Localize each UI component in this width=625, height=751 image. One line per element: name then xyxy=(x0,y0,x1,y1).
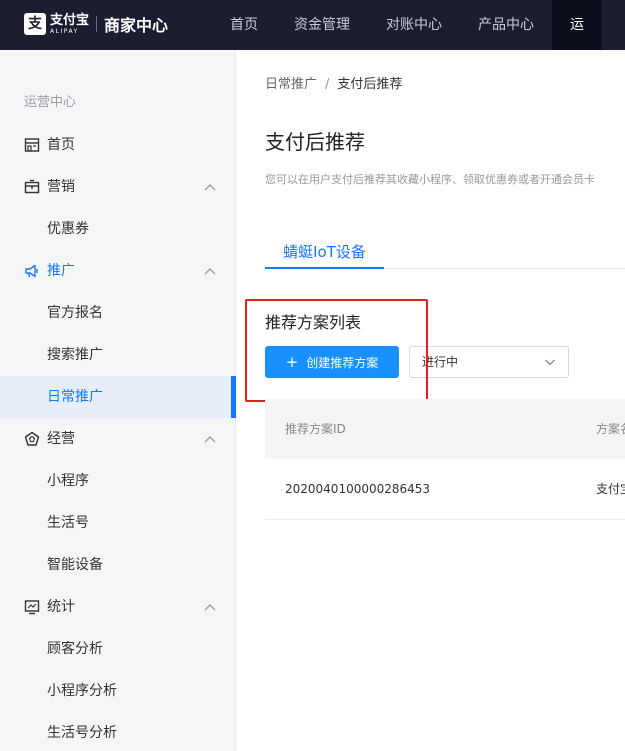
column-header-plan-name: 方案名 xyxy=(596,422,625,436)
sidebar-item-label: 顾客分析 xyxy=(47,641,103,657)
sidebar-item-life-account[interactable]: 生活号 xyxy=(0,502,236,544)
sidebar-item-label: 统计 xyxy=(47,599,75,615)
nav-item-reconciliation[interactable]: 对账中心 xyxy=(368,0,460,50)
tab-active-indicator xyxy=(265,267,384,269)
sidebar-item-search-promotion[interactable]: 搜索推广 xyxy=(0,334,236,376)
breadcrumb: 日常推广 / 支付后推荐 xyxy=(265,73,402,92)
tab-iot-device[interactable]: 蜻蜓IoT设备 xyxy=(265,241,384,269)
sidebar-item-label: 搜索推广 xyxy=(47,347,103,363)
nav-item-products[interactable]: 产品中心 xyxy=(460,0,552,50)
breadcrumb-current: 支付后推荐 xyxy=(337,77,403,92)
sidebar-item-label: 官方报名 xyxy=(47,305,103,321)
chevron-down-icon xyxy=(545,359,555,366)
sidebar-item-customer-analysis[interactable]: 顾客分析 xyxy=(0,628,236,670)
sidebar-item-label: 小程序 xyxy=(47,473,89,489)
logo-wordmark: 支付宝 ALIPAY xyxy=(50,14,89,35)
store-icon xyxy=(24,138,40,152)
chevron-up-icon[interactable] xyxy=(203,433,217,445)
breadcrumb-separator: / xyxy=(325,77,330,92)
sidebar-item-marketing[interactable]: 营销 xyxy=(0,166,236,208)
sidebar-item-statistics[interactable]: 统计 xyxy=(0,586,236,628)
sidebar-item-life-account-analysis[interactable]: 生活号分析 xyxy=(0,712,236,751)
sidebar-item-official-signup[interactable]: 官方报名 xyxy=(0,292,236,334)
sidebar-item-label: 小程序分析 xyxy=(47,683,117,699)
chevron-up-icon[interactable] xyxy=(203,181,217,193)
column-header-plan-id: 推荐方案ID xyxy=(285,422,346,436)
sidebar-item-label: 首页 xyxy=(47,137,75,153)
sidebar-item-home[interactable]: 首页 xyxy=(0,124,236,166)
sidebar-item-label: 经营 xyxy=(47,431,75,447)
alipay-logo[interactable]: 支 支付宝 ALIPAY 商家中心 xyxy=(24,11,168,37)
highlight-annotation-box xyxy=(245,299,428,402)
logo-en-text: ALIPAY xyxy=(50,27,79,35)
chevron-up-icon[interactable] xyxy=(203,601,217,613)
chart-icon xyxy=(24,600,40,615)
logo-divider xyxy=(96,16,98,32)
sidebar-item-mini-program-analysis[interactable]: 小程序分析 xyxy=(0,670,236,712)
sidebar-section-title: 运营中心 xyxy=(24,95,77,110)
table-row[interactable]: 2020040100000286453 支付宝 xyxy=(265,459,625,520)
cell-plan-name: 支付宝 xyxy=(596,482,625,496)
sidebar-item-coupons[interactable]: 优惠券 xyxy=(0,208,236,250)
megaphone-icon xyxy=(25,264,38,278)
pentagon-icon xyxy=(24,431,40,446)
sidebar-item-mini-program[interactable]: 小程序 xyxy=(0,460,236,502)
sidebar-item-label: 优惠券 xyxy=(47,221,89,237)
plan-table: 推荐方案ID 方案名 2020040100000286453 支付宝 xyxy=(265,399,625,520)
chevron-up-icon[interactable] xyxy=(203,265,217,277)
nav-item-home[interactable]: 首页 xyxy=(212,0,276,50)
sidebar-item-label: 营销 xyxy=(47,179,75,195)
breadcrumb-parent[interactable]: 日常推广 xyxy=(265,77,317,92)
main-content: 日常推广 / 支付后推荐 支付后推荐 您可以在用户支付后推荐其收藏小程序、领取优惠券… xyxy=(236,50,625,751)
table-header: 推荐方案ID 方案名 xyxy=(265,399,625,459)
sidebar-item-label: 推广 xyxy=(47,263,75,279)
sidebar-item-smart-devices[interactable]: 智能设备 xyxy=(0,544,236,586)
wallet-icon xyxy=(24,179,40,194)
cell-plan-id: 2020040100000286453 xyxy=(285,482,431,496)
top-nav: 首页 资金管理 对账中心 产品中心 运 xyxy=(212,0,602,50)
sidebar-item-label: 智能设备 xyxy=(47,557,103,573)
sidebar-item-daily-promotion[interactable]: 日常推广 xyxy=(0,376,236,418)
sidebar: 运营中心 首页 营销 优惠券 推广 官方报名 搜索推广 日常推广 经营 小程序 … xyxy=(0,50,236,751)
nav-item-operations[interactable]: 运 xyxy=(552,0,602,50)
nav-item-funds[interactable]: 资金管理 xyxy=(276,0,368,50)
status-filter-select[interactable]: 进行中 xyxy=(409,346,569,378)
sidebar-item-operation[interactable]: 经营 xyxy=(0,418,236,460)
alipay-logo-icon: 支 xyxy=(24,13,46,35)
sidebar-item-label: 生活号分析 xyxy=(47,725,117,741)
app-title: 商家中心 xyxy=(104,16,169,35)
page-title: 支付后推荐 xyxy=(265,130,365,154)
logo-cn-text: 支付宝 xyxy=(50,12,90,28)
sidebar-item-promotion[interactable]: 推广 xyxy=(0,250,236,292)
top-navigation-bar: 支 支付宝 ALIPAY 商家中心 首页 资金管理 对账中心 产品中心 运 xyxy=(0,0,625,50)
sidebar-item-label: 生活号 xyxy=(47,515,89,531)
sidebar-item-label: 日常推广 xyxy=(47,389,103,405)
page-description: 您可以在用户支付后推荐其收藏小程序、领取优惠券或者开通会员卡 xyxy=(265,173,595,186)
